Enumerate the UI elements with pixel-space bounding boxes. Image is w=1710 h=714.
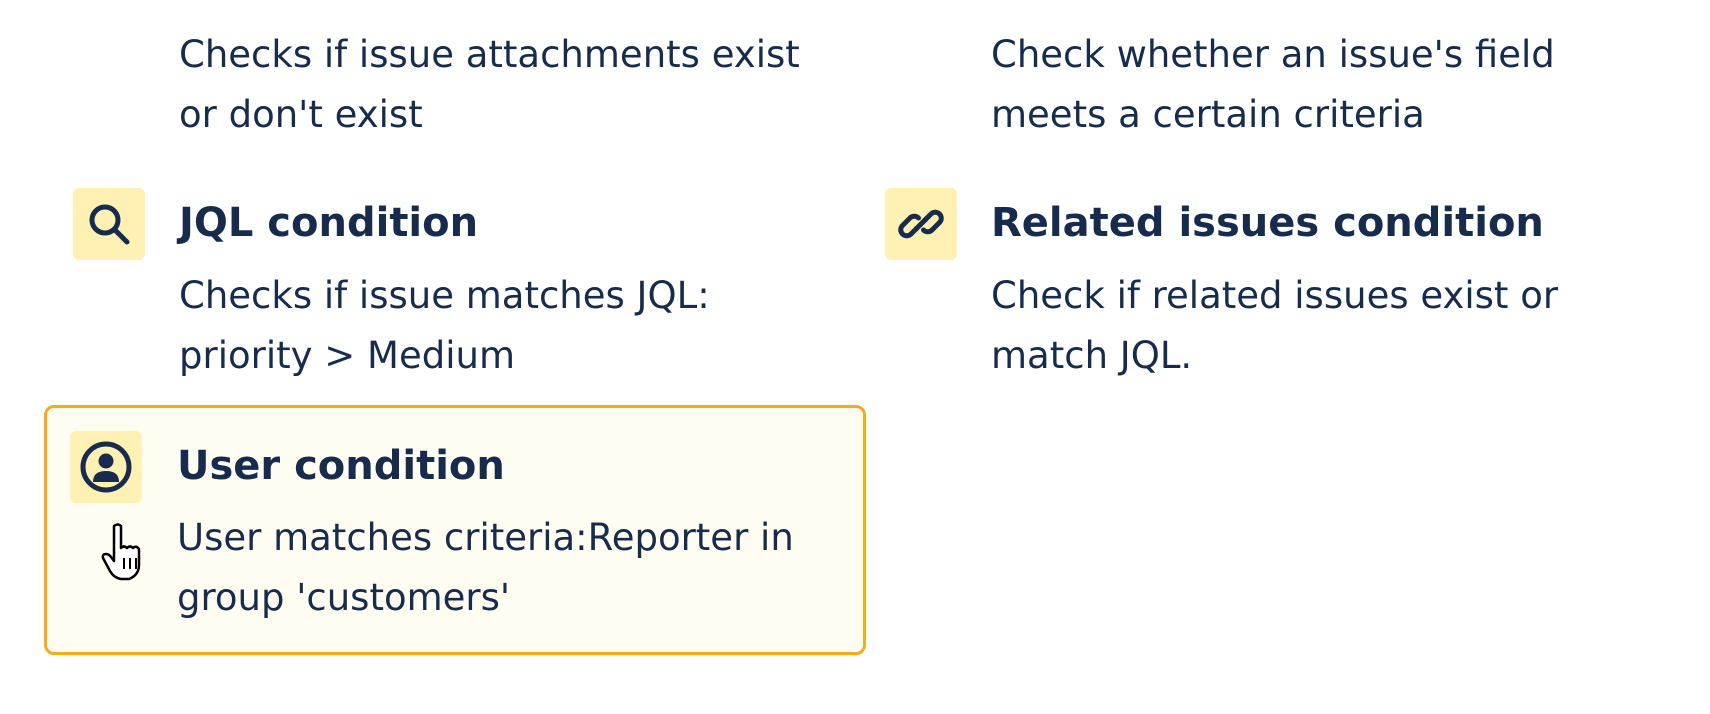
- condition-title: JQL condition: [179, 200, 479, 246]
- condition-card-related-issues[interactable]: Related issues condition Check if relate…: [856, 162, 1672, 387]
- condition-description: Checks if issue attachments exist or don…: [179, 33, 800, 136]
- condition-description: Checks if issue matches JQL: priority > …: [179, 274, 710, 377]
- condition-title: Related issues condition: [991, 200, 1544, 246]
- condition-card-attachments[interactable]: Checks if issue attachments exist or don…: [44, 0, 860, 136]
- condition-picker: Checks if issue attachments exist or don…: [0, 0, 1710, 714]
- condition-card-jql[interactable]: JQL condition Checks if issue matches JQ…: [44, 162, 860, 387]
- user-avatar-icon: [70, 431, 142, 503]
- search-icon: [73, 188, 145, 260]
- condition-description: User matches criteria:Reporter in group …: [177, 516, 794, 619]
- condition-card-issue-fields[interactable]: Check whether an issue's field meets a c…: [856, 0, 1672, 136]
- condition-description: Check if related issues exist or match J…: [991, 274, 1559, 377]
- hand-pointer-icon: [100, 522, 152, 582]
- condition-title: User condition: [177, 443, 505, 489]
- link-icon: [885, 188, 957, 260]
- condition-card-user[interactable]: User condition User matches criteria:Rep…: [44, 405, 866, 655]
- condition-description: Check whether an issue's field meets a c…: [991, 33, 1555, 136]
